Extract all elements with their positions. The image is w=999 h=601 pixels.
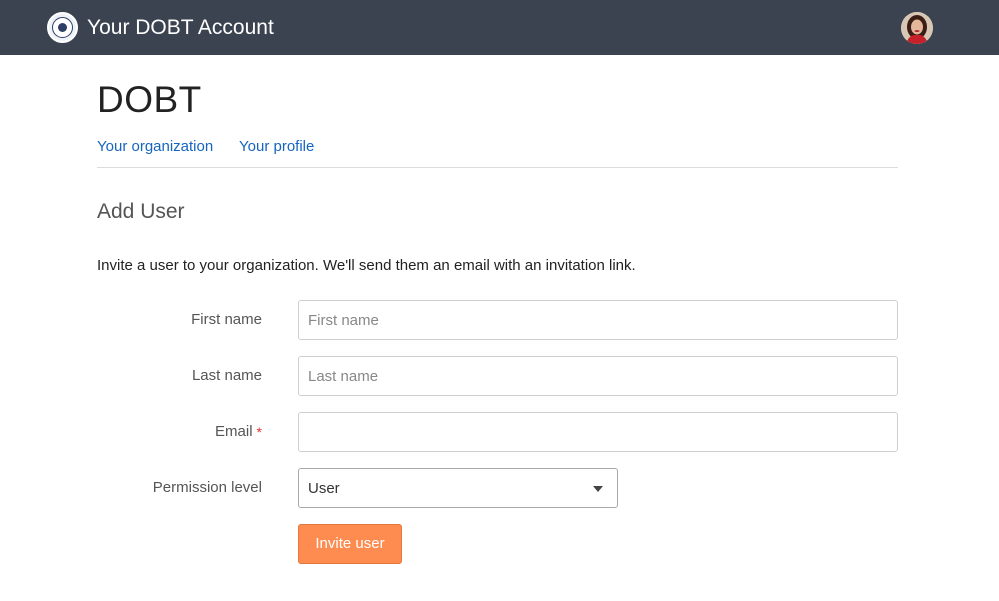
invite-user-button[interactable]: Invite user: [298, 524, 402, 564]
permission-level-select[interactable]: User: [298, 468, 618, 508]
first-name-input[interactable]: [298, 300, 898, 340]
permission-level-value: User: [308, 480, 340, 497]
last-name-input[interactable]: [298, 356, 898, 396]
section-title: Add User: [97, 200, 185, 223]
caret-down-icon: [593, 486, 603, 492]
first-name-label: First name: [191, 311, 262, 328]
seal-icon[interactable]: [47, 12, 78, 43]
email-label: Email: [215, 423, 253, 440]
divider: [97, 167, 898, 168]
permission-level-label: Permission level: [152, 479, 262, 496]
email-input[interactable]: [298, 412, 898, 452]
top-navbar: Your DOBT Account: [0, 0, 999, 55]
page-title: DOBT: [97, 79, 202, 120]
user-avatar[interactable]: [901, 12, 933, 44]
nav-link-your-profile[interactable]: Your profile: [239, 137, 314, 157]
app-title[interactable]: Your DOBT Account: [87, 14, 274, 42]
seal-ring: [52, 17, 73, 38]
required-marker: *: [256, 424, 262, 440]
last-name-label: Last name: [191, 367, 262, 384]
intro-text: Invite a user to your organization. We'l…: [97, 257, 636, 274]
avatar-icon: [901, 12, 933, 44]
email-label-row: Email *: [97, 422, 262, 442]
nav-link-your-organization[interactable]: Your organization: [97, 137, 213, 157]
seal-center: [58, 23, 67, 32]
